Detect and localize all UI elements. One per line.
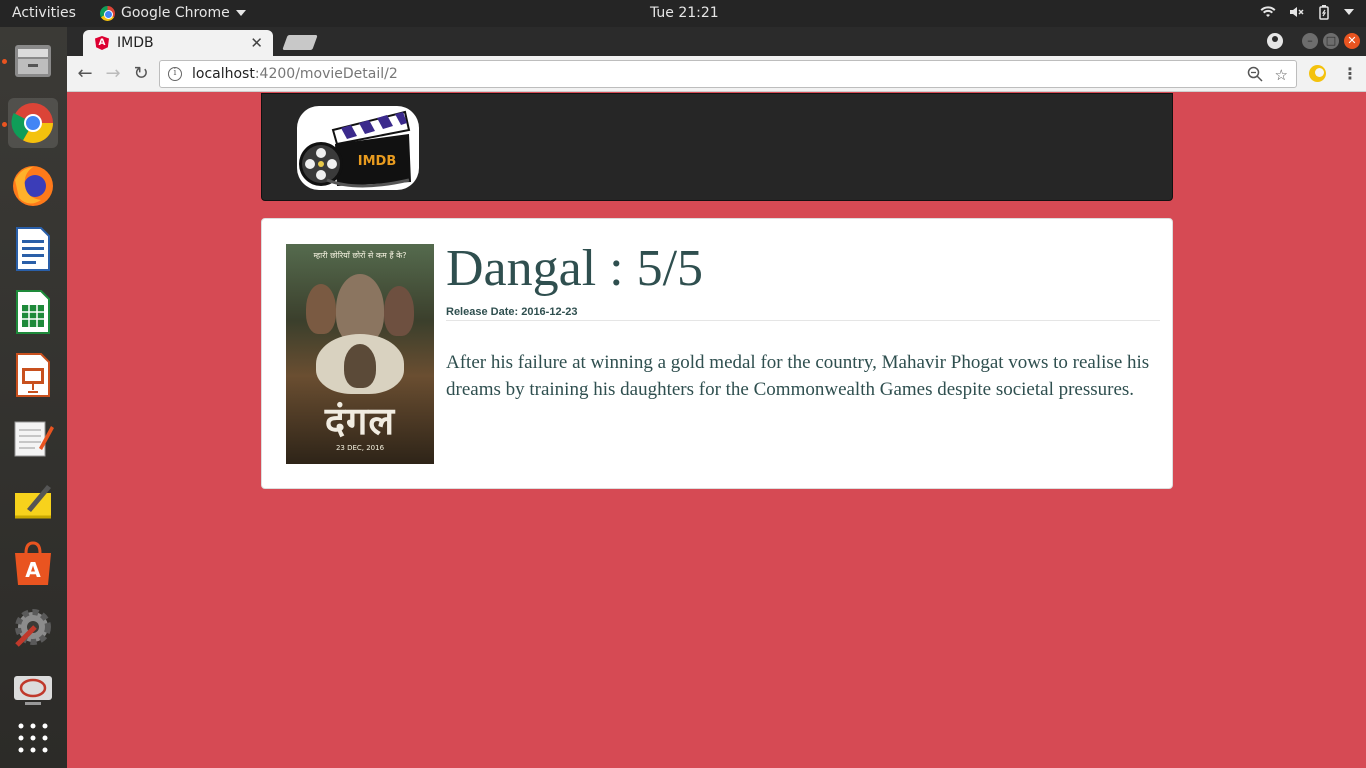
activities-button[interactable]: Activities	[12, 5, 76, 21]
volume-muted-icon	[1290, 7, 1304, 17]
browser-window: A IMDB ✕ – □ ✕ ← → ↻ i localhost:4200/mo…	[67, 27, 1366, 768]
maximize-icon[interactable]: □	[1323, 33, 1339, 49]
address-bar[interactable]: i localhost:4200/movieDetail/2 ☆	[159, 60, 1297, 88]
app-menu-label: Google Chrome	[121, 5, 230, 21]
tab-title: IMDB	[117, 35, 154, 51]
window-controls: – □ ✕	[1267, 33, 1360, 49]
dock-item-settings[interactable]	[8, 602, 58, 652]
chrome-icon	[100, 5, 115, 21]
calc-icon	[16, 290, 50, 334]
chrome-icon	[11, 103, 53, 143]
writer-icon	[16, 227, 50, 271]
app-grid-icon	[18, 723, 48, 753]
chevron-down-icon	[235, 10, 246, 16]
profile-icon[interactable]	[1267, 33, 1283, 49]
divider	[446, 320, 1160, 321]
svg-text:A: A	[25, 558, 41, 582]
url-path: :4200/movieDetail/2	[254, 66, 398, 82]
text-editor-icon	[14, 421, 54, 457]
close-window-icon[interactable]: ✕	[1344, 33, 1360, 49]
remote-desktop-icon	[14, 676, 52, 705]
dock-item-impress[interactable]	[8, 350, 58, 400]
back-icon[interactable]: ←	[74, 63, 96, 85]
app-menu[interactable]: Google Chrome	[100, 5, 246, 21]
system-tray[interactable]	[1260, 4, 1354, 20]
url-host: localhost	[192, 66, 255, 82]
poster-figure	[306, 284, 336, 334]
settings-icon	[15, 609, 51, 647]
dock-item-chrome[interactable]	[8, 98, 58, 148]
dock-item-notes[interactable]	[8, 476, 58, 526]
chrome-menu-icon[interactable]: ⋮	[1342, 64, 1358, 83]
movie-title: Dangal : 5/5	[446, 240, 704, 297]
poster-date: 23 DEC, 2016	[335, 444, 385, 452]
running-indicator	[2, 59, 7, 64]
film-clapper-logo-icon: IMDB	[299, 110, 411, 188]
wifi-icon	[1260, 6, 1276, 17]
dock-item-files[interactable]	[8, 35, 58, 85]
info-icon[interactable]: i	[168, 67, 182, 81]
dock-item-writer[interactable]	[8, 224, 58, 274]
bookmark-star-icon[interactable]: ☆	[1275, 66, 1288, 84]
angular-favicon-icon: A	[95, 36, 109, 50]
reload-icon[interactable]: ↻	[130, 63, 152, 85]
poster-figure	[384, 286, 414, 336]
dock-item-firefox[interactable]	[8, 161, 58, 211]
dock-item-calc[interactable]	[8, 287, 58, 337]
extension-icon[interactable]	[1309, 65, 1326, 82]
tab-imdb[interactable]: A IMDB ✕	[83, 30, 273, 56]
firefox-icon	[13, 166, 53, 206]
zoom-icon[interactable]	[1247, 66, 1263, 82]
running-indicator	[2, 122, 7, 127]
battery-icon	[1319, 5, 1329, 20]
release-date: Release Date: 2016-12-23	[446, 306, 578, 318]
system-top-bar: Activities Google Chrome Tue 21:21	[0, 0, 1366, 27]
dock: A	[0, 27, 67, 768]
movie-poster[interactable]: म्हारी छोरियाँ छोरों से कम हैं के? दंगल …	[286, 244, 434, 464]
dock-item-text-editor[interactable]	[8, 413, 58, 463]
files-icon	[15, 45, 51, 77]
software-center-icon: A	[15, 541, 51, 585]
poster-figure	[344, 344, 376, 388]
page-viewport: IMDB म्हारी छोरियाँ छोरों से कम हैं के? …	[67, 93, 1366, 768]
clock[interactable]: Tue 21:21	[650, 5, 719, 21]
movie-detail-card: म्हारी छोरियाँ छोरों से कम हैं के? दंगल …	[261, 218, 1173, 489]
dock-item-show-applications[interactable]	[8, 713, 58, 763]
poster-tagline: म्हारी छोरियाँ छोरों से कम हैं के?	[313, 251, 407, 260]
browser-toolbar: ← → ↻ i localhost:4200/movieDetail/2 ☆ ⋮	[67, 56, 1366, 92]
new-tab-button[interactable]	[282, 35, 318, 50]
dock-item-remote-desktop[interactable]	[8, 665, 58, 715]
close-tab-icon[interactable]: ✕	[250, 34, 263, 52]
chevron-down-icon	[1344, 9, 1354, 15]
forward-icon[interactable]: →	[102, 63, 124, 85]
imdb-logo[interactable]: IMDB	[297, 106, 419, 190]
app-header: IMDB	[261, 93, 1173, 201]
poster-title-art: दंगल	[324, 398, 396, 443]
notes-icon	[15, 485, 51, 519]
movie-plot: After his failure at winning a gold meda…	[446, 352, 1150, 400]
logo-text: IMDB	[358, 154, 396, 169]
impress-icon	[16, 353, 50, 397]
tab-strip: A IMDB ✕ – □ ✕	[67, 27, 1366, 56]
minimize-icon[interactable]: –	[1302, 33, 1318, 49]
dock-item-software[interactable]: A	[8, 539, 58, 589]
